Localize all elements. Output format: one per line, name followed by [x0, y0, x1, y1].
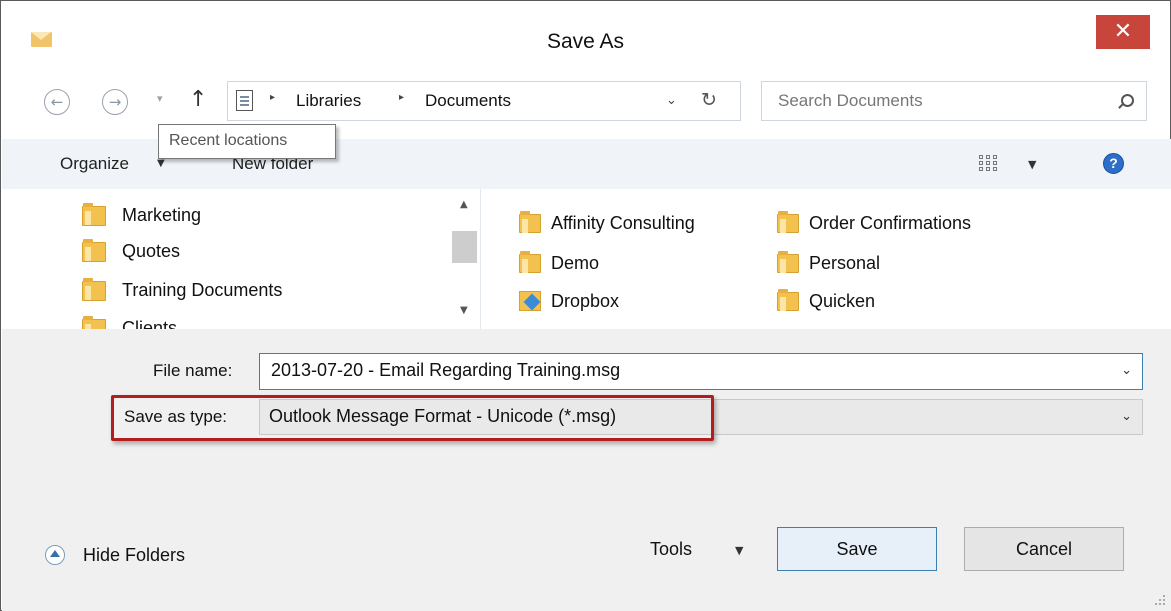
breadcrumb-documents[interactable]: Documents — [425, 91, 511, 111]
save-as-type-value[interactable]: Outlook Message Format - Unicode (*.msg) — [269, 406, 616, 427]
help-icon[interactable]: ? — [1103, 153, 1124, 174]
save-as-type-select[interactable]: Outlook Message Format - Unicode (*.msg)… — [259, 399, 1143, 435]
file-name-input[interactable]: 2013-07-20 - Email Regarding Training.ms… — [259, 353, 1143, 390]
breadcrumb-libraries[interactable]: Libraries — [296, 91, 361, 111]
file-item-label: Order Confirmations — [809, 213, 972, 233]
view-options-icon[interactable] — [979, 155, 997, 171]
dropbox-folder-icon — [519, 291, 541, 311]
back-arrow-icon[interactable]: ← — [44, 89, 70, 115]
nav-item-label: Clients — [122, 318, 178, 329]
tools-caret-icon[interactable]: ▼ — [735, 544, 743, 557]
nav-item-label: Quotes — [122, 241, 181, 261]
navigation-pane: Marketing Quotes Training Documents Clie… — [2, 189, 481, 329]
organize-menu[interactable]: Organize — [60, 154, 129, 174]
folder-icon — [777, 211, 799, 233]
nav-item-label: Training Documents — [122, 280, 283, 300]
chevron-up-circle-icon[interactable] — [45, 545, 65, 565]
save-options-panel: File name: 2013-07-20 - Email Regarding … — [2, 329, 1171, 611]
window-title: Save As — [546, 30, 625, 53]
document-icon — [236, 90, 253, 111]
file-item-label: Affinity Consulting — [551, 213, 695, 233]
file-name-dropdown-icon[interactable]: ⌄ — [1121, 363, 1132, 378]
save-as-dialog: Save As ✕ ← → ▾ ↑ ▸ Libraries ▸ Document… — [0, 0, 1171, 611]
nav-pane-scrollbar[interactable]: ▲ ▼ — [450, 189, 480, 329]
tools-menu[interactable]: Tools — [650, 539, 692, 560]
address-dropdown-icon[interactable]: ⌄ — [666, 93, 677, 108]
scroll-down-arrow-icon[interactable]: ▼ — [460, 305, 468, 316]
file-item-label: Personal — [809, 253, 881, 273]
folder-icon — [82, 239, 106, 262]
folder-icon — [82, 278, 106, 301]
breadcrumb-separator-icon[interactable]: ▸ — [399, 92, 404, 103]
recent-locations-tooltip: Recent locations — [158, 124, 336, 159]
organize-caret-icon[interactable]: ▼ — [157, 158, 165, 169]
file-name-value[interactable]: 2013-07-20 - Email Regarding Training.ms… — [271, 360, 620, 381]
file-name-label: File name: — [153, 361, 233, 380]
scroll-up-arrow-icon[interactable]: ▲ — [460, 199, 468, 210]
breadcrumb-separator-icon[interactable]: ▸ — [270, 92, 275, 103]
file-item-label: Quicken — [809, 291, 876, 311]
search-placeholder: Search Documents — [778, 91, 923, 110]
folder-icon — [519, 211, 541, 233]
file-list-pane: Affinity Consulting Demo Dropbox Order C… — [482, 189, 1171, 329]
resize-grip-icon[interactable] — [1155, 595, 1165, 605]
close-button[interactable]: ✕ — [1096, 15, 1150, 49]
folder-icon — [82, 316, 106, 329]
search-icon[interactable] — [1121, 94, 1134, 107]
address-bar[interactable]: ▸ Libraries ▸ Documents ⌄ ↻ — [227, 81, 741, 121]
folder-icon — [82, 203, 106, 226]
save-as-type-dropdown-icon[interactable]: ⌄ — [1121, 409, 1132, 424]
up-arrow-icon[interactable]: ↑ — [189, 87, 207, 112]
cancel-button[interactable]: Cancel — [964, 527, 1124, 571]
save-as-type-label: Save as type: — [124, 407, 228, 426]
file-item-label: Demo — [551, 253, 600, 273]
view-caret-icon[interactable]: ▼ — [1028, 158, 1036, 171]
folder-icon — [519, 251, 541, 273]
scrollbar-thumb[interactable] — [452, 231, 477, 263]
hide-folders-button[interactable]: Hide Folders — [83, 545, 185, 566]
title-bar: Save As ✕ — [1, 1, 1170, 77]
save-button[interactable]: Save — [777, 527, 937, 571]
file-item-label: Dropbox — [551, 291, 620, 311]
forward-arrow-icon[interactable]: → — [102, 89, 128, 115]
recent-locations-caret-icon[interactable]: ▾ — [157, 92, 163, 105]
nav-item-label: Marketing — [122, 205, 202, 225]
search-input[interactable]: Search Documents — [761, 81, 1147, 121]
refresh-icon[interactable]: ↻ — [701, 89, 717, 111]
folder-icon — [777, 251, 799, 273]
folder-icon — [777, 289, 799, 311]
